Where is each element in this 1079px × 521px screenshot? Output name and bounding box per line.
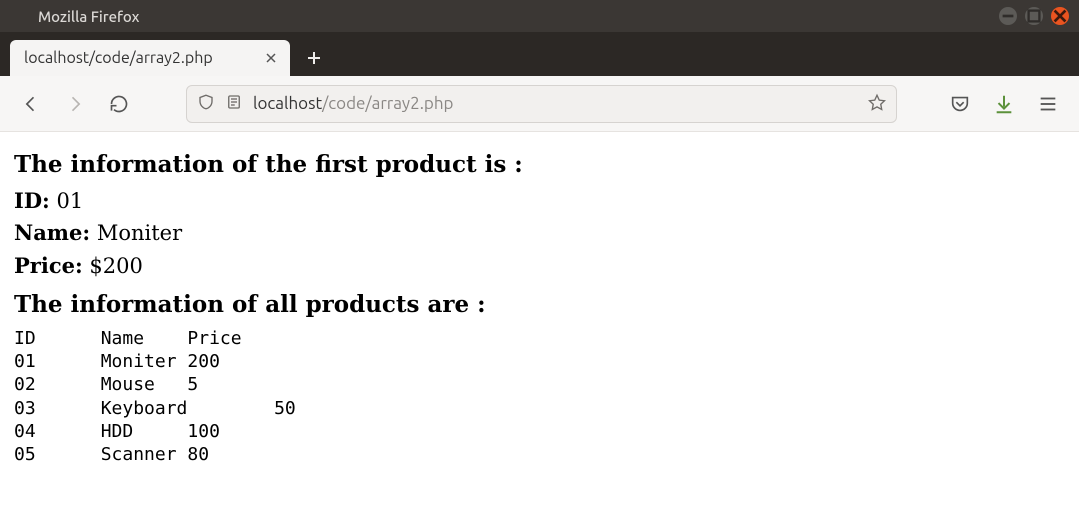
minimize-icon[interactable] xyxy=(999,7,1017,25)
url-host: localhost xyxy=(253,94,322,113)
menu-icon[interactable] xyxy=(1031,87,1065,121)
page-content: The information of the first product is … xyxy=(0,132,1079,477)
first-id-value: 01 xyxy=(56,189,83,213)
url-path: /code/array2.php xyxy=(322,94,453,113)
url-text: localhost/code/array2.php xyxy=(253,94,858,113)
window-controls xyxy=(999,7,1069,25)
first-price-row: Price: $200 xyxy=(14,250,1065,283)
page-info-icon[interactable] xyxy=(225,93,243,115)
reload-button[interactable] xyxy=(102,87,136,121)
address-bar[interactable]: localhost/code/array2.php xyxy=(186,85,897,123)
first-name-value: Moniter xyxy=(97,221,182,245)
tab-strip: localhost/code/array2.php xyxy=(0,32,1079,76)
back-button[interactable] xyxy=(14,87,48,121)
first-price-label: Price: xyxy=(14,253,83,278)
heading-first-product: The information of the first product is … xyxy=(14,148,1065,183)
new-tab-button[interactable] xyxy=(296,40,332,76)
products-table: ID Name Price 01 Moniter 200 02 Mouse 5 … xyxy=(14,327,1065,467)
maximize-icon[interactable] xyxy=(1025,7,1043,25)
pocket-icon[interactable] xyxy=(943,87,977,121)
first-name-row: Name: Moniter xyxy=(14,217,1065,250)
download-icon[interactable] xyxy=(987,87,1021,121)
window-title: Mozilla Firefox xyxy=(38,8,139,25)
browser-tab[interactable]: localhost/code/array2.php xyxy=(10,40,290,76)
close-icon[interactable] xyxy=(1051,7,1069,25)
first-id-label: ID: xyxy=(14,188,50,213)
tab-close-icon[interactable] xyxy=(262,49,280,67)
tab-label: localhost/code/array2.php xyxy=(24,49,250,67)
first-price-value: $200 xyxy=(89,254,142,278)
window-titlebar: Mozilla Firefox xyxy=(0,0,1079,32)
first-id-row: ID: 01 xyxy=(14,185,1065,218)
shield-icon[interactable] xyxy=(197,93,215,115)
heading-all-products: The information of all products are : xyxy=(14,288,1065,323)
toolbar: localhost/code/array2.php xyxy=(0,76,1079,132)
forward-button[interactable] xyxy=(58,87,92,121)
bookmark-icon[interactable] xyxy=(868,93,886,115)
first-name-label: Name: xyxy=(14,220,90,245)
